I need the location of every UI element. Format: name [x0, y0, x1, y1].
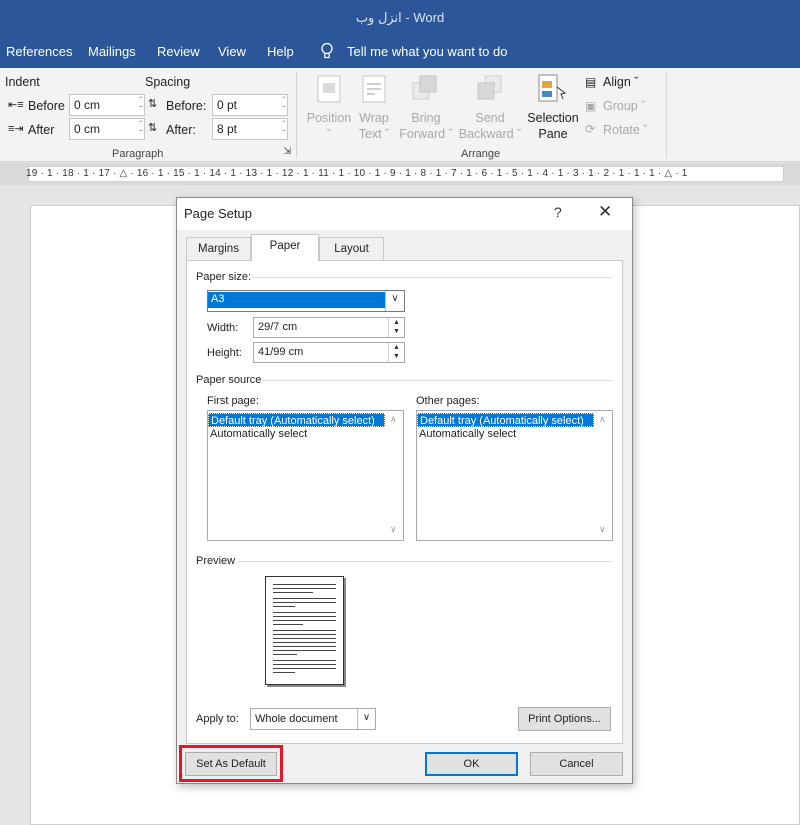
- tab-margins[interactable]: Margins: [186, 237, 251, 260]
- paper-source-label: Paper source: [196, 374, 262, 386]
- scroll-up-icon[interactable]: ∧: [390, 414, 397, 425]
- other-pages-label: Other pages:: [416, 395, 480, 407]
- ribbon-separator: [666, 72, 667, 158]
- print-options-button[interactable]: Print Options...: [518, 707, 611, 731]
- group-line: [252, 277, 613, 278]
- list-item[interactable]: Automatically select: [208, 427, 385, 441]
- indent-after-input[interactable]: 0 cm ˆ ˇ: [69, 118, 145, 140]
- spacing-before-label: Before:: [166, 99, 207, 113]
- wrap-text-button[interactable]: Wrap Text ˇ: [352, 110, 396, 142]
- position-button[interactable]: Position ˇ: [306, 110, 352, 142]
- paper-size-label: Paper size:: [196, 271, 252, 283]
- close-icon[interactable]: ✕: [598, 202, 612, 222]
- width-spinner[interactable]: ▲ ▼: [388, 318, 404, 337]
- paragraph-group-label: Paragraph: [112, 148, 164, 160]
- group-icon: ▣: [585, 99, 597, 113]
- spacing-before-input[interactable]: 0 pt ˆ ˇ: [212, 94, 288, 116]
- scroll-down-icon[interactable]: ∨: [390, 524, 397, 535]
- highlight-box: [179, 745, 283, 782]
- send-backward-icon: [477, 75, 502, 100]
- dialog-title: Page Setup: [184, 206, 252, 221]
- group-line: [238, 561, 613, 562]
- spacing-after-icon: ⇅: [148, 122, 158, 134]
- scroll-down-icon[interactable]: ∨: [599, 524, 606, 535]
- align-icon: ▤: [585, 75, 597, 89]
- indent-before-input[interactable]: 0 cm ˆ ˇ: [69, 94, 145, 116]
- send-backward-button[interactable]: Send Backward ˇ: [456, 110, 524, 142]
- page-preview: [265, 576, 344, 685]
- apply-to-label: Apply to:: [196, 713, 239, 725]
- preview-label: Preview: [196, 555, 236, 567]
- ribbon-separator: [296, 72, 297, 158]
- align-button[interactable]: Align ˇ: [603, 75, 638, 89]
- height-input[interactable]: 41/99 cm: [253, 342, 405, 363]
- group-line: [263, 380, 613, 381]
- spacing-after-input[interactable]: 8 pt ˆ ˇ: [212, 118, 288, 140]
- width-label: Width:: [207, 322, 239, 334]
- group-button[interactable]: Group ˇ: [603, 99, 645, 113]
- indent-before-label: Before: [28, 99, 65, 113]
- window-title: انزل وب - Word: [355, 10, 445, 25]
- list-item[interactable]: Automatically select: [417, 427, 594, 441]
- width-input[interactable]: 29/7 cm: [253, 317, 405, 338]
- indent-after-icon: ≡⇥: [8, 123, 24, 135]
- spacing-label: Spacing: [145, 75, 191, 89]
- position-icon: [317, 75, 341, 103]
- list-item[interactable]: Default tray (Automatically select): [208, 413, 385, 427]
- tab-view[interactable]: View: [218, 44, 246, 59]
- height-label: Height:: [207, 347, 242, 359]
- bring-forward-button[interactable]: Bring Forward ˇ: [397, 110, 455, 142]
- tab-mailings[interactable]: Mailings: [88, 44, 136, 59]
- tab-references[interactable]: References: [6, 44, 72, 59]
- indent-before-icon: ⇤≡: [8, 99, 24, 111]
- tab-paper[interactable]: Paper: [251, 234, 319, 261]
- ok-button[interactable]: OK: [425, 752, 518, 776]
- selection-pane-icon: [538, 74, 567, 102]
- tab-help[interactable]: Help: [267, 44, 294, 59]
- first-page-label: First page:: [207, 395, 259, 407]
- height-spinner[interactable]: ▲ ▼: [388, 343, 404, 362]
- chevron-down-icon[interactable]: ∨: [385, 291, 404, 311]
- wrap-text-icon: [362, 75, 386, 103]
- scroll-up-icon[interactable]: ∧: [599, 414, 606, 425]
- lightbulb-icon: [321, 42, 333, 59]
- spacing-before-icon: ⇅: [148, 98, 158, 110]
- tell-me-search[interactable]: Tell me what you want to do: [347, 44, 507, 59]
- spacing-after-label: After:: [166, 123, 196, 137]
- help-button[interactable]: ?: [554, 204, 562, 220]
- arrange-group-label: Arrange: [461, 148, 501, 160]
- indent-after-label: After: [28, 123, 55, 137]
- bring-forward-icon: [412, 75, 437, 100]
- rotate-button[interactable]: Rotate ˇ: [603, 123, 647, 137]
- ruler-marks: 19 · 1 · 18 · 1 · 17 · △ · 16 · 1 · 15 ·…: [26, 168, 688, 179]
- dialog-launcher-icon[interactable]: ⇲: [283, 146, 291, 157]
- indent-label: Indent: [5, 75, 40, 89]
- list-item[interactable]: Default tray (Automatically select): [417, 413, 594, 427]
- tab-layout[interactable]: Layout: [319, 237, 384, 260]
- rotate-icon: ⟳: [585, 122, 596, 136]
- apply-to-value: Whole document: [255, 713, 338, 725]
- selection-pane-button[interactable]: Selection Pane: [524, 110, 582, 142]
- cancel-button[interactable]: Cancel: [530, 752, 623, 776]
- chevron-down-icon[interactable]: ∨: [357, 709, 375, 729]
- paper-size-value: A3: [208, 292, 386, 308]
- tab-review[interactable]: Review: [157, 44, 200, 59]
